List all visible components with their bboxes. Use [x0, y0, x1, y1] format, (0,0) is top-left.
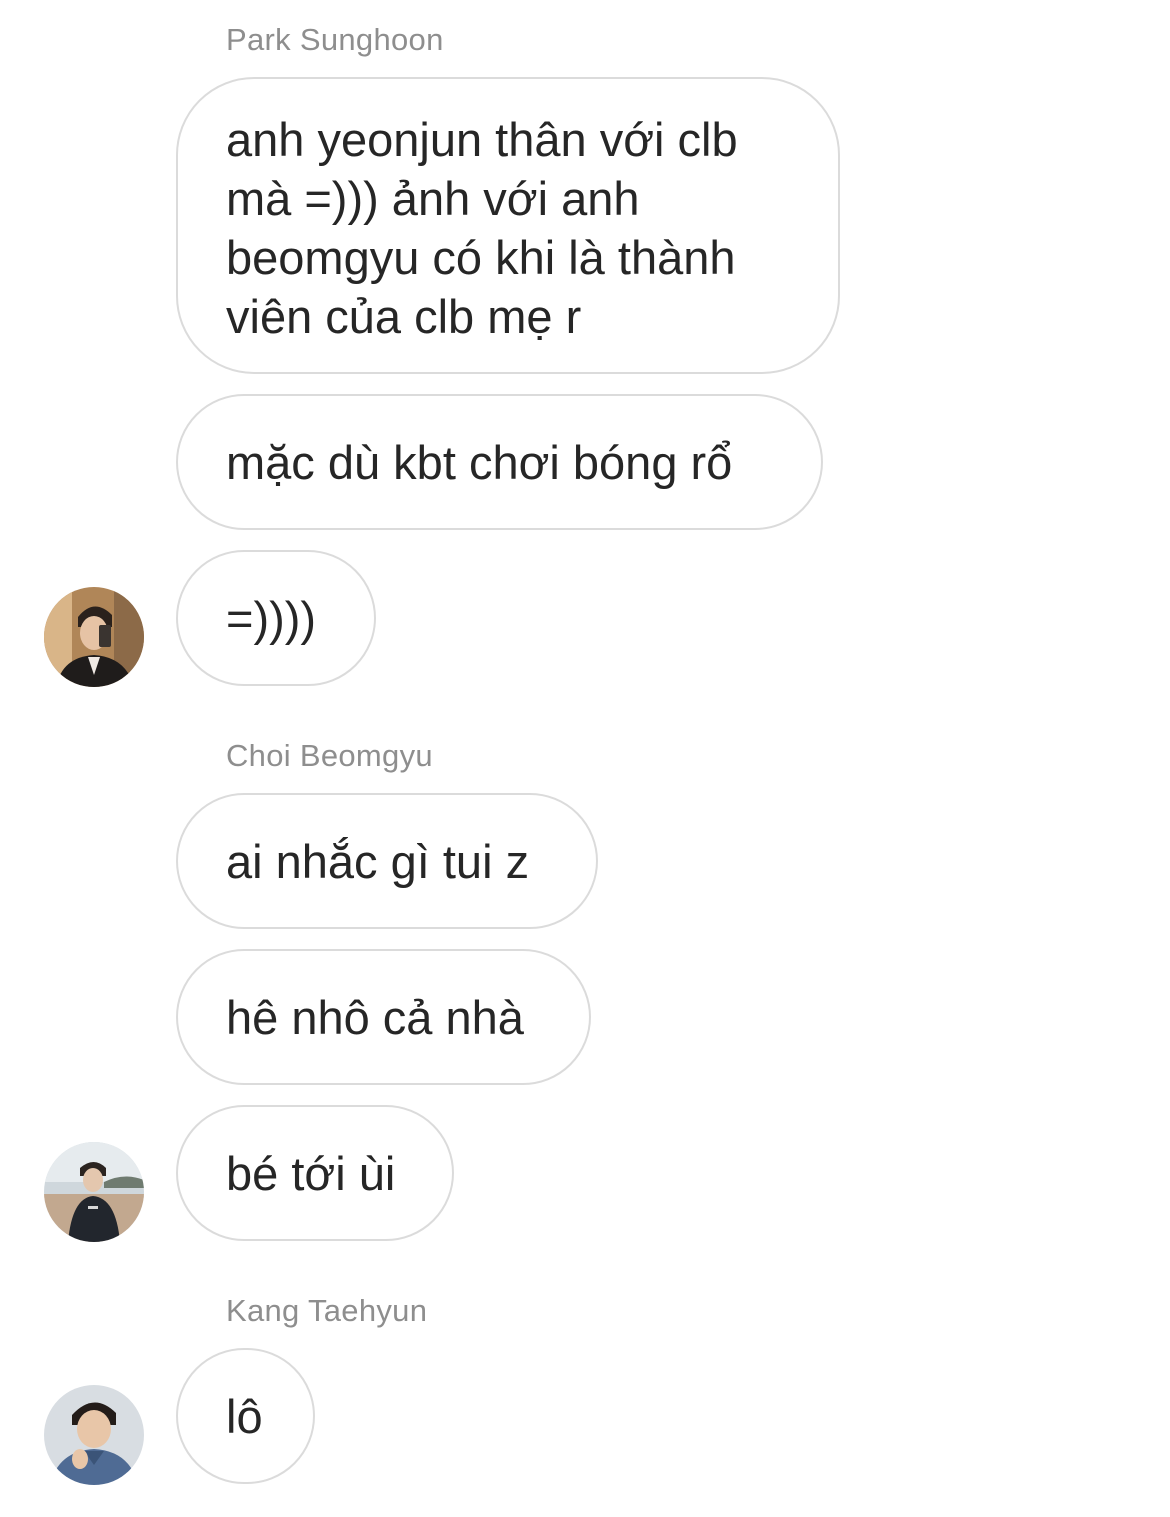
user-photo-avatar-icon [44, 1142, 144, 1242]
message-bubble[interactable]: bé tới ùi [176, 1105, 454, 1241]
sender-name: Choi Beomgyu [226, 738, 433, 773]
user-photo-avatar-icon [44, 587, 144, 687]
user-photo-avatar-icon [44, 1385, 144, 1485]
message-bubble[interactable]: anh yeonjun thân với clb mà =))) ảnh với… [176, 77, 840, 374]
sender-name: Park Sunghoon [226, 22, 444, 57]
message-text: =)))) [226, 591, 317, 645]
message-text: hê nhô cả nhà [226, 990, 524, 1044]
message-text: ai nhắc gì tui z [226, 834, 530, 888]
avatar[interactable] [44, 587, 144, 687]
sender-name: Kang Taehyun [226, 1293, 428, 1328]
message-text: lô [226, 1389, 263, 1443]
message-bubble[interactable]: lô [176, 1348, 315, 1484]
avatar[interactable] [44, 1385, 144, 1485]
message-text: anh yeonjun thân với clb mà =))) ảnh với… [226, 113, 738, 343]
avatar[interactable] [44, 1142, 144, 1242]
message-text: mặc dù kbt chơi bóng rổ [226, 435, 733, 489]
message-bubble[interactable]: hê nhô cả nhà [176, 949, 591, 1085]
message-bubble[interactable]: =)))) [176, 550, 376, 686]
message-bubble[interactable]: mặc dù kbt chơi bóng rổ [176, 394, 823, 530]
message-text: bé tới ùi [226, 1146, 396, 1200]
message-bubble[interactable]: ai nhắc gì tui z [176, 793, 598, 929]
